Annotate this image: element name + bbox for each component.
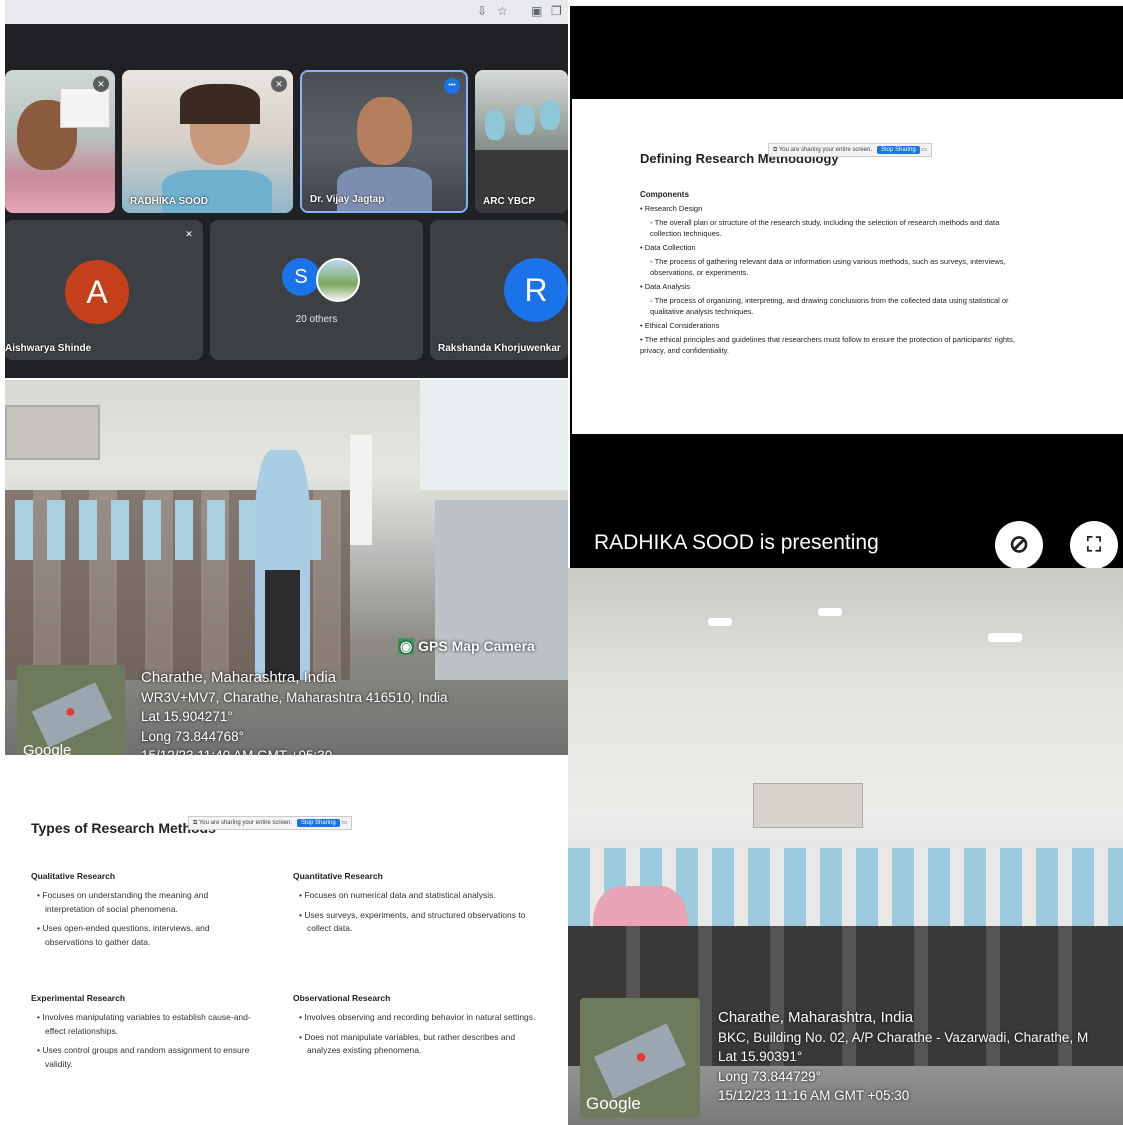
gps-lat: Lat 15.90391° bbox=[718, 1049, 803, 1064]
map-thumbnail: ● Google bbox=[17, 665, 125, 755]
gps-camera-icon: ◉ bbox=[398, 638, 415, 654]
section-quantitative: Quantitative Research Focuses on numeric… bbox=[293, 871, 543, 942]
bullet: Uses open-ended questions, interviews, a… bbox=[31, 922, 251, 949]
bullet: Data Collection bbox=[640, 242, 1030, 253]
bullet: The overall plan or structure of the res… bbox=[640, 217, 1030, 239]
participant-video bbox=[122, 70, 293, 213]
bullet: Focuses on understanding the meaning and… bbox=[31, 889, 251, 916]
share-notice: You are sharing your entire screen. bbox=[198, 820, 293, 826]
others-count: 20 others bbox=[295, 314, 338, 325]
map-label: Google bbox=[586, 1094, 641, 1113]
bullet: Involves manipulating variables to estab… bbox=[31, 1011, 266, 1038]
avatar bbox=[316, 258, 360, 302]
more-options-icon[interactable]: ••• bbox=[444, 78, 460, 94]
bullet: Involves observing and recording behavio… bbox=[293, 1011, 543, 1025]
window-icon[interactable]: ❐ bbox=[551, 4, 562, 18]
screen-share-bar: ⧉ You are sharing your entire screen. Sto… bbox=[768, 143, 933, 157]
gps-place: Charathe, Maharashtra, India bbox=[141, 669, 337, 686]
participant-tile[interactable]: ✕ RADHIKA SOOD bbox=[122, 70, 293, 213]
classroom-photo-1: ● Google ◉ GPS Map Camera Charathe, Maha… bbox=[5, 380, 568, 755]
bullet: Ethical Considerations bbox=[640, 320, 1030, 331]
map-pin-icon: ● bbox=[635, 1046, 648, 1068]
avatar: A bbox=[65, 260, 129, 324]
section-observational: Observational Research Involves observin… bbox=[293, 993, 543, 1064]
mic-off-icon: ✕ bbox=[271, 76, 287, 92]
fullscreen-icon[interactable]: ⛶ bbox=[1070, 521, 1118, 568]
extension-icon[interactable]: ▣ bbox=[531, 4, 542, 18]
participant-tile[interactable]: ✕ A Aishwarya Shinde bbox=[5, 220, 203, 360]
bullet: Focuses on numerical data and statistica… bbox=[293, 889, 543, 903]
mic-off-icon: ✕ bbox=[185, 229, 193, 239]
gps-brand-text: GPS Map Camera bbox=[418, 638, 535, 654]
gps-brand: ◉ GPS Map Camera bbox=[398, 638, 535, 655]
participant-name: RADHIKA SOOD bbox=[130, 196, 208, 207]
participant-name: Aishwarya Shinde bbox=[5, 343, 92, 354]
section-heading: Qualitative Research bbox=[31, 871, 116, 881]
section-experimental: Experimental Research Involves manipulat… bbox=[31, 993, 266, 1077]
participant-name: Rakshanda Khorjuwenkar bbox=[438, 343, 561, 354]
bullet: Uses surveys, experiments, and structure… bbox=[293, 909, 543, 936]
map-pin-icon: ● bbox=[65, 701, 76, 721]
mic-off-icon: ✕ bbox=[93, 76, 109, 92]
gps-address: WR3V+MV7, Charathe, Maharashtra 416510, … bbox=[141, 689, 448, 705]
presentation-panel: Defining Research Methodology ⧉ You are … bbox=[570, 6, 1123, 568]
download-icon[interactable]: ⇩ bbox=[477, 4, 487, 18]
participant-tile[interactable]: ✕ bbox=[5, 70, 115, 213]
map-thumbnail: ● Google bbox=[580, 998, 700, 1118]
gps-place: Charathe, Maharashtra, India bbox=[718, 1009, 914, 1026]
gps-info: Charathe, Maharashtra, India BKC, Buildi… bbox=[718, 1008, 1088, 1106]
gps-time: 15/12/23 11:40 AM GMT +05:30 bbox=[141, 746, 448, 755]
minimize-icon[interactable]: ▭ bbox=[341, 820, 347, 826]
section-heading: Observational Research bbox=[293, 993, 391, 1003]
participant-video bbox=[302, 72, 466, 211]
participant-name: Dr. Vijay Jagtap bbox=[310, 194, 385, 205]
gps-long: Long 73.844729° bbox=[718, 1068, 821, 1084]
gps-lat: Lat 15.904271° bbox=[141, 709, 233, 724]
participant-name: ARC YBCP bbox=[483, 196, 536, 207]
others-tile[interactable]: S 20 others bbox=[210, 220, 423, 360]
classroom-photo-2: ● Google Charathe, Maharashtra, India BK… bbox=[568, 568, 1123, 1125]
bullet-list: Research Design The overall plan or struc… bbox=[640, 203, 1030, 356]
map-label: Google bbox=[23, 742, 72, 755]
browser-toolbar: ⇩ ☆ ▣ ❐ bbox=[5, 0, 568, 24]
slide: Types of Research Methods ⧉ You are shar… bbox=[5, 755, 568, 1125]
participant-tile[interactable]: ARC YBCP bbox=[475, 70, 568, 213]
participant-video bbox=[475, 70, 568, 213]
minimize-icon[interactable]: ▭ bbox=[921, 147, 927, 153]
screen-share-bar: ⧉ You are sharing your entire screen. Sto… bbox=[188, 816, 353, 830]
section-heading: Experimental Research bbox=[31, 993, 126, 1003]
gps-address: BKC, Building No. 02, A/P Charathe - Vaz… bbox=[718, 1029, 1089, 1045]
meet-panel: ⇩ ☆ ▣ ❐ ✕ ✕ RADHIKA SOOD ••• Dr. Vijay J… bbox=[5, 0, 568, 378]
gps-info: Charathe, Maharashtra, India WR3V+MV7, C… bbox=[141, 668, 448, 755]
bullet: Does not manipulate variables, but rathe… bbox=[293, 1031, 543, 1058]
section-heading: Quantitative Research bbox=[293, 871, 383, 881]
share-notice: You are sharing your entire screen. bbox=[778, 147, 873, 153]
slide: Defining Research Methodology ⧉ You are … bbox=[572, 99, 1123, 434]
participant-tile-active[interactable]: ••• Dr. Vijay Jagtap bbox=[300, 70, 468, 213]
participant-tile[interactable]: R Rakshanda Khorjuwenkar bbox=[430, 220, 568, 360]
bullet: Uses control groups and random assignmen… bbox=[31, 1044, 266, 1071]
stop-sharing-button[interactable]: Stop Sharing bbox=[297, 819, 340, 827]
section-heading: Components bbox=[640, 190, 689, 199]
bullet: The process of organizing, interpreting,… bbox=[640, 295, 1030, 317]
section-qualitative: Qualitative Research Focuses on understa… bbox=[31, 871, 251, 955]
bullet: The ethical principles and guidelines th… bbox=[640, 334, 1030, 356]
bullet: Data Analysis bbox=[640, 281, 1030, 292]
gps-long: Long 73.844768° bbox=[141, 728, 244, 744]
bullet: The process of gathering relevant data o… bbox=[640, 256, 1030, 278]
bullet: Research Design bbox=[640, 203, 1030, 214]
unpin-icon[interactable]: ⊘ bbox=[995, 521, 1043, 568]
avatar: R bbox=[504, 258, 568, 322]
star-icon[interactable]: ☆ bbox=[497, 4, 508, 18]
avatar: S bbox=[282, 258, 320, 296]
presenting-banner: RADHIKA SOOD is presenting bbox=[594, 531, 879, 554]
gps-time: 15/12/23 11:16 AM GMT +05:30 bbox=[718, 1088, 910, 1103]
stop-sharing-button[interactable]: Stop Sharing bbox=[877, 146, 920, 154]
